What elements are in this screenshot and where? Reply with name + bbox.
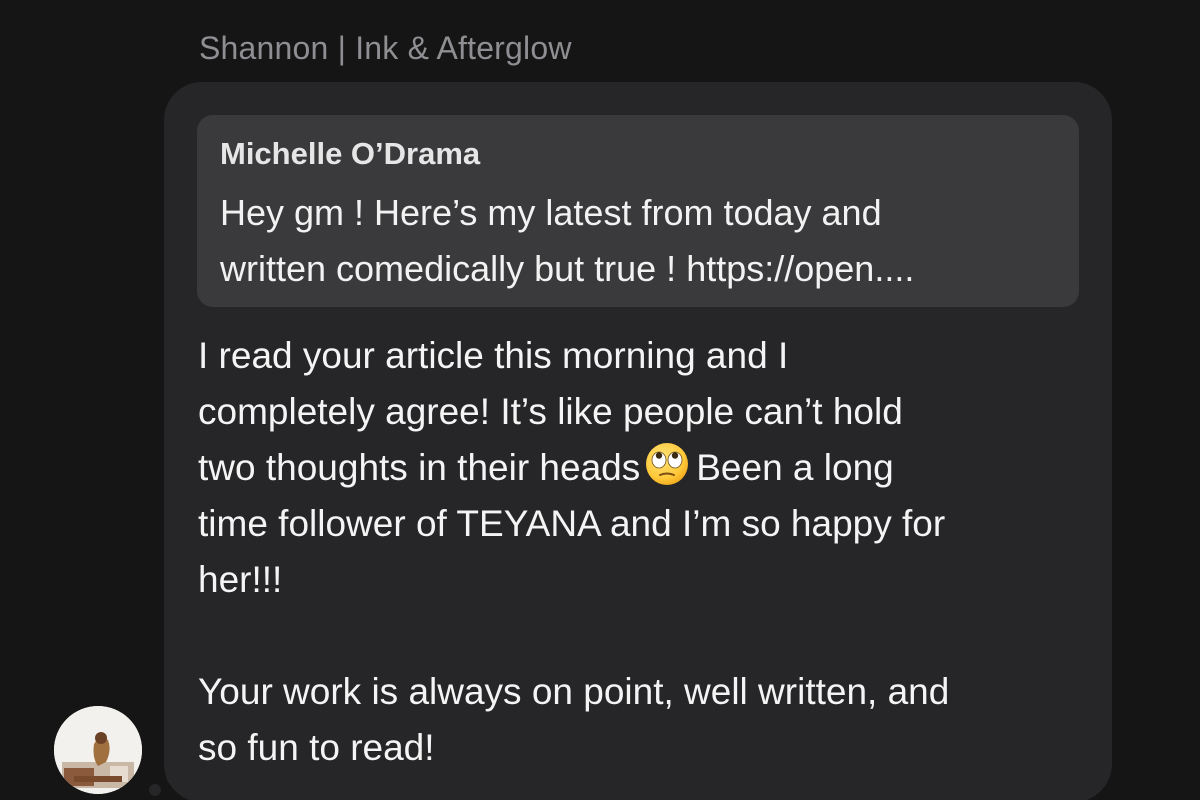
bubble-tail bbox=[149, 784, 161, 796]
message-body: I read your article this morning and I c… bbox=[198, 328, 1078, 776]
message-line: her!!! bbox=[198, 559, 283, 600]
message-thread: Shannon | Ink & Afterglow Michelle O’Dra… bbox=[0, 0, 1200, 800]
message-line: so fun to read! bbox=[198, 727, 435, 768]
message-fragment: two thoughts in their heads bbox=[198, 447, 641, 488]
message-line: two thoughts in their heads Been a long bbox=[198, 440, 1078, 496]
profile-photo-icon bbox=[54, 706, 142, 794]
sender-name: Shannon | Ink & Afterglow bbox=[199, 30, 572, 66]
quoted-message[interactable]: Michelle O’Drama Hey gm ! Here’s my late… bbox=[197, 115, 1079, 307]
message-fragment: Been a long bbox=[696, 447, 894, 488]
bubble-tail bbox=[166, 766, 186, 786]
quoted-message-line: Hey gm ! Here’s my latest from today and bbox=[220, 192, 882, 233]
avatar[interactable] bbox=[54, 706, 142, 794]
quoted-message-author: Michelle O’Drama bbox=[220, 136, 481, 171]
face-with-rolling-eyes-icon bbox=[646, 443, 689, 485]
quoted-message-line: written comedically but true ! https://o… bbox=[220, 248, 915, 289]
message-line: time follower of TEYANA and I’m so happy… bbox=[198, 503, 946, 544]
message-line: Your work is always on point, well writt… bbox=[198, 671, 950, 712]
message-line: I read your article this morning and I bbox=[198, 335, 789, 376]
quoted-message-text: Hey gm ! Here’s my latest from today and… bbox=[220, 185, 1070, 297]
message-bubble[interactable]: Michelle O’Drama Hey gm ! Here’s my late… bbox=[164, 82, 1112, 800]
message-line: completely agree! It’s like people can’t… bbox=[198, 391, 903, 432]
